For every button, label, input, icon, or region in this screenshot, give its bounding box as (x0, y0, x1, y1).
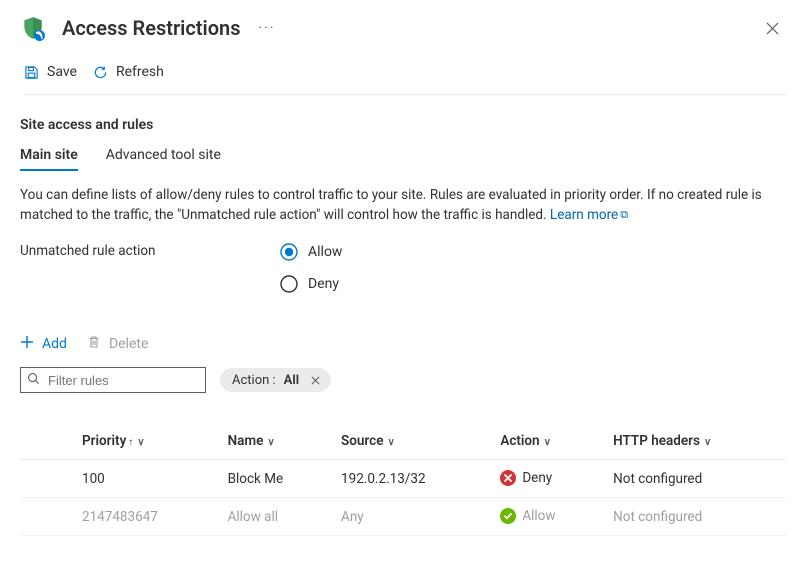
deny-icon (500, 470, 516, 486)
close-icon (766, 22, 779, 35)
delete-label: Delete (109, 336, 148, 352)
save-label: Save (47, 64, 77, 80)
cell-name: Allow all (220, 498, 333, 536)
tabs: Main site Advanced tool site (20, 147, 786, 171)
cell-source: 192.0.2.13/32 (333, 460, 492, 498)
radio-unselected-icon (280, 275, 298, 293)
chevron-down-icon: ∨ (383, 437, 394, 448)
filter-input-wrapper[interactable] (20, 367, 206, 393)
rules-table: Priority↑∨ Name∨ Source∨ Action∨ HTTP he… (20, 423, 786, 536)
chevron-down-icon: ∨ (263, 437, 274, 448)
col-priority[interactable]: Priority↑∨ (74, 423, 220, 460)
col-action[interactable]: Action∨ (492, 423, 605, 460)
cell-http: Not configured (605, 460, 786, 498)
tab-advanced-tool-site[interactable]: Advanced tool site (106, 147, 221, 171)
filter-input[interactable] (46, 372, 226, 389)
filter-pill-clear[interactable] (307, 372, 323, 388)
description-text: You can define lists of allow/deny rules… (20, 185, 786, 225)
chevron-down-icon: ∨ (540, 437, 551, 448)
save-icon (24, 65, 39, 80)
tab-main-site[interactable]: Main site (20, 147, 78, 171)
close-button[interactable] (758, 14, 786, 42)
table-row[interactable]: 100Block Me192.0.2.13/32 Deny Not configur… (20, 460, 786, 498)
add-label: Add (42, 336, 67, 352)
save-button[interactable]: Save (24, 64, 77, 80)
cell-action-label: Allow (522, 508, 555, 524)
delete-button[interactable]: Delete (87, 335, 148, 353)
cell-http: Not configured (605, 498, 786, 536)
more-menu-button[interactable]: ··· (253, 18, 282, 38)
chevron-down-icon: ∨ (133, 437, 144, 448)
cell-priority: 100 (74, 460, 220, 498)
page-title: Access Restrictions (58, 16, 241, 40)
refresh-label: Refresh (116, 64, 164, 80)
add-button[interactable]: Add (20, 335, 67, 353)
col-http[interactable]: HTTP headers∨ (605, 423, 786, 460)
filter-pill-value: All (284, 373, 299, 388)
allow-icon (500, 508, 516, 524)
learn-more-link[interactable]: Learn more⧉ (550, 207, 628, 223)
shield-icon (20, 15, 46, 41)
unmatched-rule-label: Unmatched rule action (20, 243, 280, 259)
col-source[interactable]: Source∨ (333, 423, 492, 460)
radio-selected-icon (280, 243, 298, 261)
cell-source: Any (333, 498, 492, 536)
trash-icon (87, 335, 101, 353)
chevron-down-icon: ∨ (700, 437, 711, 448)
cell-name: Block Me (220, 460, 333, 498)
cell-action: Deny (492, 460, 605, 498)
refresh-icon (93, 65, 108, 80)
description-body: You can define lists of allow/deny rules… (20, 187, 762, 223)
table-row[interactable]: 2147483647Allow allAny Allow Not configure… (20, 498, 786, 536)
search-icon (27, 372, 40, 389)
close-icon (311, 376, 320, 385)
cell-action-label: Deny (522, 470, 552, 486)
plus-icon (20, 335, 34, 353)
filter-pill-key: Action : (232, 373, 276, 388)
cell-priority: 2147483647 (74, 498, 220, 536)
unmatched-deny-radio[interactable]: Deny (280, 275, 342, 293)
cell-action: Allow (492, 498, 605, 536)
external-link-icon: ⧉ (618, 208, 628, 221)
section-title: Site access and rules (20, 117, 786, 133)
unmatched-allow-radio[interactable]: Allow (280, 243, 342, 261)
refresh-button[interactable]: Refresh (93, 64, 164, 80)
unmatched-deny-label: Deny (308, 276, 339, 292)
filter-pill-action[interactable]: Action : All (220, 368, 331, 392)
col-name[interactable]: Name∨ (220, 423, 333, 460)
unmatched-allow-label: Allow (308, 244, 342, 260)
